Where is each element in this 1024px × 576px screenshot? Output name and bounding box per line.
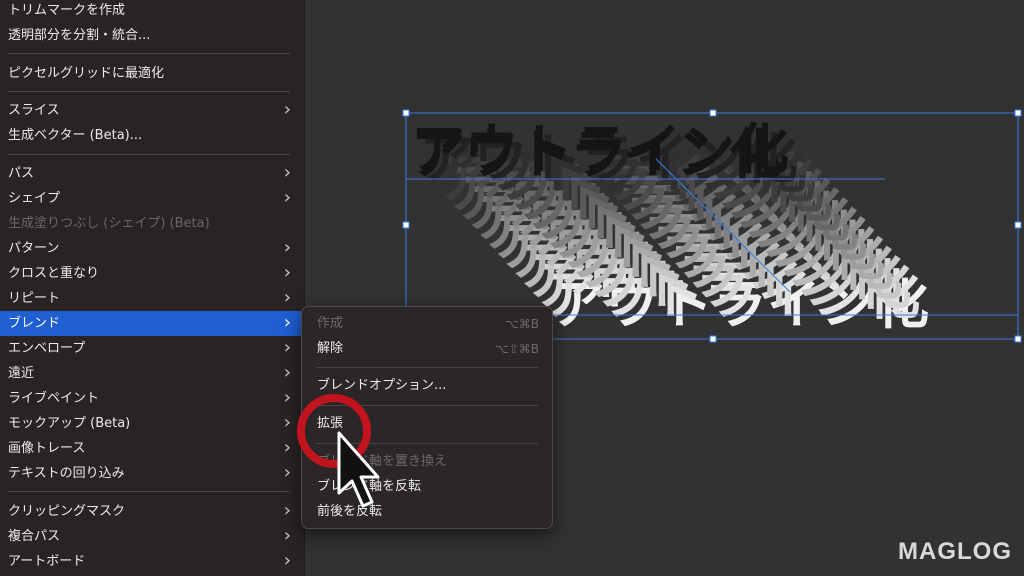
menu-item-pattern[interactable]: パターン › bbox=[0, 236, 305, 261]
menu-item-label: トリムマークを作成 bbox=[8, 3, 126, 18]
menu-item-label: クリッピングマスク bbox=[8, 504, 126, 519]
submenu-item-make[interactable]: 作成 ⌥⌘B bbox=[302, 312, 552, 336]
menu-item-label: 画像トレース bbox=[8, 441, 86, 456]
menu-item-shape[interactable]: シェイプ › bbox=[0, 186, 305, 211]
chevron-right-icon: › bbox=[283, 337, 291, 358]
menu-item-label: 生成ベクター (Beta)... bbox=[8, 128, 143, 143]
menu-item-path[interactable]: パス › bbox=[0, 161, 305, 186]
menu-item-label: ライブペイント bbox=[8, 391, 100, 406]
menu-separator bbox=[8, 491, 290, 492]
chevron-right-icon: › bbox=[283, 262, 291, 283]
menu-item-envelope[interactable]: エンベロープ › bbox=[0, 336, 305, 361]
submenu-item-release[interactable]: 解除 ⌥⇧⌘B bbox=[302, 337, 552, 361]
chevron-right-icon: › bbox=[283, 162, 291, 183]
menu-item-label: 生成塗りつぶし (シェイプ) (Beta) bbox=[8, 216, 210, 231]
menu-item-label: モックアップ (Beta) bbox=[8, 416, 131, 431]
menu-item-label: シェイプ bbox=[8, 191, 61, 206]
menu-item-live-paint[interactable]: ライブペイント › bbox=[0, 386, 305, 411]
chevron-right-icon: › bbox=[283, 525, 291, 546]
chevron-right-icon: › bbox=[283, 550, 291, 571]
submenu-item-label: ブレンドオプション... bbox=[317, 378, 447, 393]
menu-item-label: 透明部分を分割・統合... bbox=[8, 28, 151, 43]
chevron-right-icon: › bbox=[283, 287, 291, 308]
menu-item-label: リピート bbox=[8, 291, 61, 306]
submenu-item-label: 解除 bbox=[317, 341, 344, 356]
chevron-right-icon: › bbox=[283, 462, 291, 483]
menu-item-pixel-grid[interactable]: ピクセルグリッドに最適化 bbox=[0, 61, 305, 86]
menu-separator bbox=[8, 91, 290, 92]
menu-separator bbox=[316, 367, 538, 368]
menu-item-label: エンベロープ bbox=[8, 341, 86, 356]
menu-item-slice[interactable]: スライス › bbox=[0, 98, 305, 123]
menu-item-label: ピクセルグリッドに最適化 bbox=[8, 66, 165, 81]
watermark-logo: MAGLOG bbox=[898, 538, 1012, 565]
menu-item-label: 複合パス bbox=[8, 529, 61, 544]
menu-item-label: ブレンド bbox=[8, 316, 61, 331]
menu-item-perspective[interactable]: 遠近 › bbox=[0, 361, 305, 386]
menu-item-clipping-mask[interactable]: クリッピングマスク › bbox=[0, 499, 305, 524]
menu-item-label: テキストの回り込み bbox=[8, 466, 125, 481]
chevron-right-icon: › bbox=[283, 187, 291, 208]
menu-item-trim-marks[interactable]: トリムマークを作成 bbox=[0, 0, 305, 23]
menu-item-label: スライス bbox=[8, 103, 60, 118]
menu-item-label: パス bbox=[8, 166, 35, 181]
chevron-right-icon: › bbox=[283, 412, 291, 433]
submenu-item-label: 作成 bbox=[317, 316, 344, 331]
object-menu: トリムマークを作成 透明部分を分割・統合... ピクセルグリッドに最適化 スライ… bbox=[0, 0, 305, 576]
menu-item-intertwine[interactable]: クロスと重なり › bbox=[0, 261, 305, 286]
menu-item-image-trace[interactable]: 画像トレース › bbox=[0, 436, 305, 461]
menu-item-mockup[interactable]: モックアップ (Beta) › bbox=[0, 411, 305, 436]
shortcut-label: ⌥⌘B bbox=[504, 317, 539, 331]
menu-item-compound-path[interactable]: 複合パス › bbox=[0, 524, 305, 549]
menu-separator bbox=[8, 154, 290, 155]
menu-item-blend[interactable]: ブレンド › bbox=[0, 311, 305, 336]
chevron-right-icon: › bbox=[283, 500, 291, 521]
menu-item-flatten-transparency[interactable]: 透明部分を分割・統合... bbox=[0, 23, 305, 48]
menu-item-generative-fill-shape[interactable]: 生成塗りつぶし (シェイプ) (Beta) bbox=[0, 211, 305, 236]
chevron-right-icon: › bbox=[283, 312, 291, 333]
shortcut-label: ⌥⇧⌘B bbox=[494, 342, 539, 356]
menu-item-text-wrap[interactable]: テキストの回り込み › bbox=[0, 461, 305, 486]
menu-item-label: アートボード bbox=[8, 554, 86, 569]
chevron-right-icon: › bbox=[283, 437, 291, 458]
menu-separator bbox=[8, 53, 290, 54]
menu-item-generative-vector[interactable]: 生成ベクター (Beta)... bbox=[0, 123, 305, 148]
chevron-right-icon: › bbox=[283, 362, 291, 383]
menu-item-artboards[interactable]: アートボード › bbox=[0, 549, 305, 574]
artwork-text: アウトライン化 bbox=[411, 123, 783, 186]
menu-item-label: パターン bbox=[8, 241, 60, 256]
chevron-right-icon: › bbox=[283, 99, 291, 120]
menu-item-repeat[interactable]: リピート › bbox=[0, 286, 305, 311]
chevron-right-icon: › bbox=[283, 387, 291, 408]
cursor-arrow-icon bbox=[337, 431, 380, 508]
menu-item-label: 遠近 bbox=[8, 366, 35, 381]
chevron-right-icon: › bbox=[283, 237, 291, 258]
menu-item-label: クロスと重なり bbox=[8, 266, 100, 281]
